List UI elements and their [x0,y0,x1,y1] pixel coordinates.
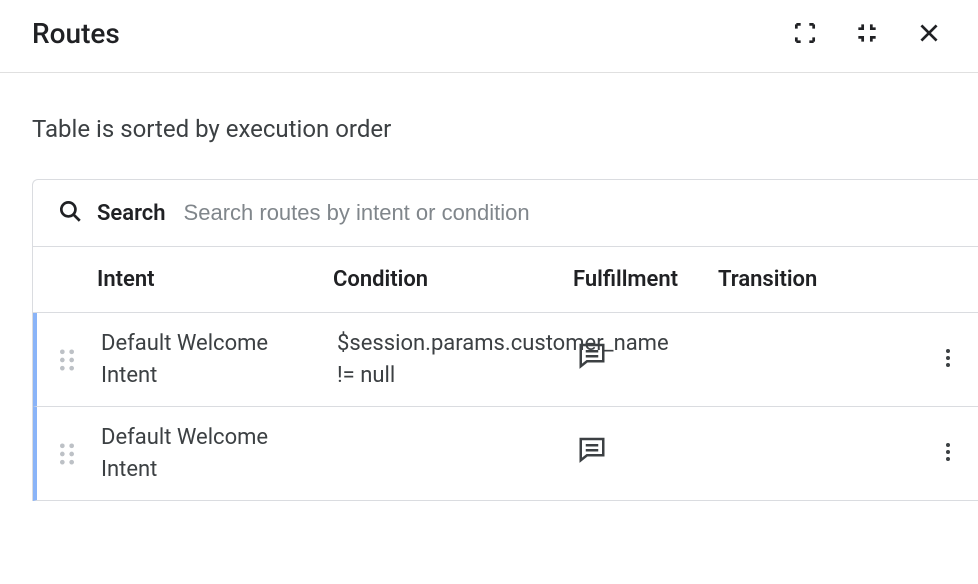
drag-handle-icon[interactable] [37,440,97,468]
search-label: Search [97,201,166,226]
condition-cell: $session.params.customer_name != null [337,328,577,392]
search-bar: Search [33,180,978,247]
intent-cell: Default Welcome Intent [97,328,337,392]
column-header-intent: Intent [93,267,333,292]
column-header-condition: Condition [333,267,573,292]
panel-header: Routes [0,0,978,73]
fullscreen-icon[interactable] [788,16,822,50]
drag-handle-icon[interactable] [37,346,97,374]
close-icon[interactable] [912,16,946,50]
page-title: Routes [32,17,120,50]
column-header-transition: Transition [718,267,918,292]
more-vert-icon[interactable] [936,346,960,374]
table-header-row: Intent Condition Fulfillment Transition [33,247,978,313]
sort-description: Table is sorted by execution order [0,73,978,179]
routes-table: Search Intent Condition Fulfillment Tran… [32,179,978,501]
header-actions [788,16,946,50]
chat-icon [577,445,607,470]
table-row[interactable]: Default Welcome Intent $session.params.c… [33,313,978,407]
column-header-fulfillment: Fulfillment [573,267,718,292]
fulfillment-cell [577,340,722,380]
exit-fullscreen-icon[interactable] [850,16,884,50]
search-input[interactable] [184,200,954,226]
intent-cell: Default Welcome Intent [97,422,337,486]
chat-icon [577,351,607,376]
fulfillment-cell [577,434,722,474]
search-icon [57,198,83,228]
more-vert-icon[interactable] [936,440,960,468]
table-row[interactable]: Default Welcome Intent [33,407,978,501]
